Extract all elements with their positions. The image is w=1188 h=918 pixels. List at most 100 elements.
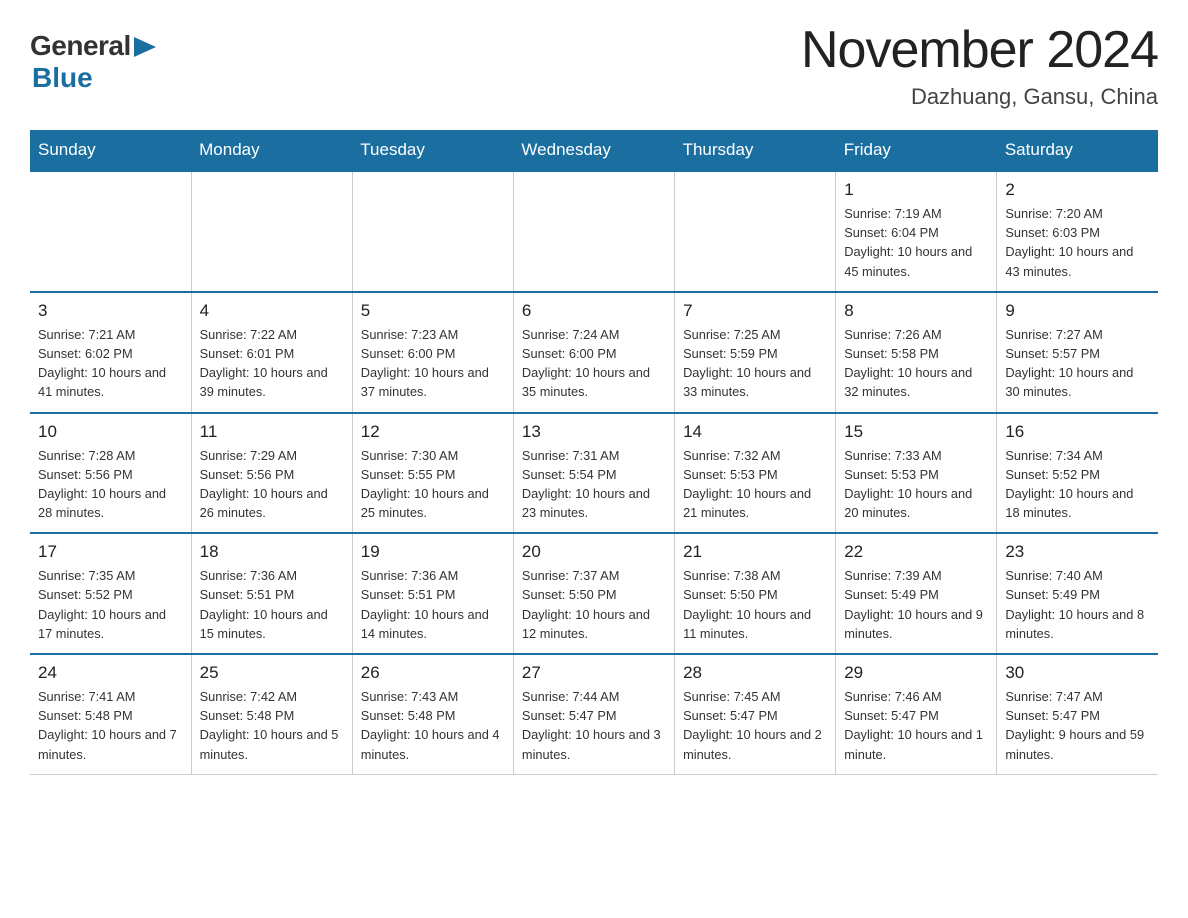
calendar-cell: 3 Sunrise: 7:21 AM Sunset: 6:02 PM Daylig… (30, 292, 191, 413)
calendar-cell (675, 171, 836, 292)
calendar-cell: 19Sunrise: 7:36 AM Sunset: 5:51 PM Dayli… (352, 533, 513, 654)
header-cell-monday: Monday (191, 130, 352, 171)
day-info: Sunrise: 7:43 AM Sunset: 5:48 PM Dayligh… (361, 687, 505, 764)
calendar-cell: 30 Sunrise: 7:47 AM Sunset: 5:47 PM Dayli… (997, 654, 1158, 774)
calendar-body: 1 Sunrise: 7:19 AM Sunset: 6:04 PM Daylig… (30, 171, 1158, 774)
calendar-week-row: 24Sunrise: 7:41 AM Sunset: 5:48 PM Dayli… (30, 654, 1158, 774)
day-info: Sunrise: 7:33 AM Sunset: 5:53 PM Dayligh… (844, 446, 988, 523)
day-info: Sunrise: 7:45 AM Sunset: 5:47 PM Dayligh… (683, 687, 827, 764)
day-info: Sunrise: 7:22 AM Sunset: 6:01 PM Dayligh… (200, 325, 344, 402)
calendar-table: SundayMondayTuesdayWednesdayThursdayFrid… (30, 130, 1158, 775)
calendar-header: SundayMondayTuesdayWednesdayThursdayFrid… (30, 130, 1158, 171)
calendar-cell: 29 Sunrise: 7:46 AM Sunset: 5:47 PM Dayli… (836, 654, 997, 774)
day-info: Sunrise: 7:40 AM Sunset: 5:49 PM Dayligh… (1005, 566, 1150, 643)
header-cell-sunday: Sunday (30, 130, 191, 171)
day-number: 12 (361, 422, 505, 442)
day-number: 9 (1005, 301, 1150, 321)
calendar-cell: 20 Sunrise: 7:37 AM Sunset: 5:50 PM Dayli… (513, 533, 674, 654)
day-number: 24 (38, 663, 183, 683)
day-info: Sunrise: 7:30 AM Sunset: 5:55 PM Dayligh… (361, 446, 505, 523)
day-info: Sunrise: 7:20 AM Sunset: 6:03 PM Dayligh… (1005, 204, 1150, 281)
day-info: Sunrise: 7:32 AM Sunset: 5:53 PM Dayligh… (683, 446, 827, 523)
calendar-cell: 12 Sunrise: 7:30 AM Sunset: 5:55 PM Dayli… (352, 413, 513, 534)
calendar-week-row: 3 Sunrise: 7:21 AM Sunset: 6:02 PM Daylig… (30, 292, 1158, 413)
calendar-cell: 26 Sunrise: 7:43 AM Sunset: 5:48 PM Dayli… (352, 654, 513, 774)
calendar-cell: 6 Sunrise: 7:24 AM Sunset: 6:00 PM Daylig… (513, 292, 674, 413)
calendar-cell (191, 171, 352, 292)
day-info: Sunrise: 7:26 AM Sunset: 5:58 PM Dayligh… (844, 325, 988, 402)
day-info: Sunrise: 7:28 AM Sunset: 5:56 PM Dayligh… (38, 446, 183, 523)
header-cell-wednesday: Wednesday (513, 130, 674, 171)
day-number: 14 (683, 422, 827, 442)
day-number: 8 (844, 301, 988, 321)
day-info: Sunrise: 7:38 AM Sunset: 5:50 PM Dayligh… (683, 566, 827, 643)
day-info: Sunrise: 7:27 AM Sunset: 5:57 PM Dayligh… (1005, 325, 1150, 402)
calendar-week-row: 1 Sunrise: 7:19 AM Sunset: 6:04 PM Daylig… (30, 171, 1158, 292)
calendar-cell: 13 Sunrise: 7:31 AM Sunset: 5:54 PM Dayli… (513, 413, 674, 534)
header-row: SundayMondayTuesdayWednesdayThursdayFrid… (30, 130, 1158, 171)
calendar-cell: 10 Sunrise: 7:28 AM Sunset: 5:56 PM Dayli… (30, 413, 191, 534)
calendar-cell: 5 Sunrise: 7:23 AM Sunset: 6:00 PM Daylig… (352, 292, 513, 413)
calendar-cell: 24Sunrise: 7:41 AM Sunset: 5:48 PM Dayli… (30, 654, 191, 774)
calendar-cell: 25Sunrise: 7:42 AM Sunset: 5:48 PM Dayli… (191, 654, 352, 774)
day-number: 27 (522, 663, 666, 683)
calendar-week-row: 10 Sunrise: 7:28 AM Sunset: 5:56 PM Dayli… (30, 413, 1158, 534)
day-info: Sunrise: 7:29 AM Sunset: 5:56 PM Dayligh… (200, 446, 344, 523)
day-info: Sunrise: 7:24 AM Sunset: 6:00 PM Dayligh… (522, 325, 666, 402)
day-number: 1 (844, 180, 988, 200)
day-number: 11 (200, 422, 344, 442)
day-number: 6 (522, 301, 666, 321)
header-cell-tuesday: Tuesday (352, 130, 513, 171)
day-info: Sunrise: 7:46 AM Sunset: 5:47 PM Dayligh… (844, 687, 988, 764)
title-block: November 2024 Dazhuang, Gansu, China (801, 20, 1158, 110)
day-number: 29 (844, 663, 988, 683)
day-info: Sunrise: 7:44 AM Sunset: 5:47 PM Dayligh… (522, 687, 666, 764)
calendar-cell: 21 Sunrise: 7:38 AM Sunset: 5:50 PM Dayli… (675, 533, 836, 654)
day-number: 2 (1005, 180, 1150, 200)
day-number: 4 (200, 301, 344, 321)
calendar-cell: 7Sunrise: 7:25 AM Sunset: 5:59 PM Daylig… (675, 292, 836, 413)
location-subtitle: Dazhuang, Gansu, China (801, 84, 1158, 110)
header-cell-saturday: Saturday (997, 130, 1158, 171)
day-info: Sunrise: 7:19 AM Sunset: 6:04 PM Dayligh… (844, 204, 988, 281)
calendar-cell: 11 Sunrise: 7:29 AM Sunset: 5:56 PM Dayli… (191, 413, 352, 534)
logo-blue-text: Blue (32, 62, 156, 94)
day-number: 21 (683, 542, 827, 562)
calendar-cell: 4 Sunrise: 7:22 AM Sunset: 6:01 PM Daylig… (191, 292, 352, 413)
day-number: 23 (1005, 542, 1150, 562)
calendar-title: November 2024 (801, 20, 1158, 80)
calendar-week-row: 17Sunrise: 7:35 AM Sunset: 5:52 PM Dayli… (30, 533, 1158, 654)
day-info: Sunrise: 7:42 AM Sunset: 5:48 PM Dayligh… (200, 687, 344, 764)
day-number: 18 (200, 542, 344, 562)
day-number: 16 (1005, 422, 1150, 442)
day-number: 20 (522, 542, 666, 562)
calendar-cell: 2 Sunrise: 7:20 AM Sunset: 6:03 PM Daylig… (997, 171, 1158, 292)
calendar-cell: 27 Sunrise: 7:44 AM Sunset: 5:47 PM Dayli… (513, 654, 674, 774)
calendar-cell: 1 Sunrise: 7:19 AM Sunset: 6:04 PM Daylig… (836, 171, 997, 292)
day-number: 28 (683, 663, 827, 683)
day-number: 10 (38, 422, 183, 442)
day-number: 3 (38, 301, 183, 321)
day-info: Sunrise: 7:25 AM Sunset: 5:59 PM Dayligh… (683, 325, 827, 402)
logo-general-text: General (30, 30, 131, 62)
calendar-cell: 16Sunrise: 7:34 AM Sunset: 5:52 PM Dayli… (997, 413, 1158, 534)
day-number: 13 (522, 422, 666, 442)
calendar-cell: 18 Sunrise: 7:36 AM Sunset: 5:51 PM Dayli… (191, 533, 352, 654)
day-info: Sunrise: 7:36 AM Sunset: 5:51 PM Dayligh… (200, 566, 344, 643)
header-cell-friday: Friday (836, 130, 997, 171)
day-info: Sunrise: 7:21 AM Sunset: 6:02 PM Dayligh… (38, 325, 183, 402)
calendar-cell: 8 Sunrise: 7:26 AM Sunset: 5:58 PM Daylig… (836, 292, 997, 413)
calendar-cell (352, 171, 513, 292)
day-number: 30 (1005, 663, 1150, 683)
day-info: Sunrise: 7:47 AM Sunset: 5:47 PM Dayligh… (1005, 687, 1150, 764)
calendar-cell: 15Sunrise: 7:33 AM Sunset: 5:53 PM Dayli… (836, 413, 997, 534)
day-info: Sunrise: 7:37 AM Sunset: 5:50 PM Dayligh… (522, 566, 666, 643)
day-number: 26 (361, 663, 505, 683)
day-number: 5 (361, 301, 505, 321)
day-info: Sunrise: 7:39 AM Sunset: 5:49 PM Dayligh… (844, 566, 988, 643)
day-info: Sunrise: 7:31 AM Sunset: 5:54 PM Dayligh… (522, 446, 666, 523)
calendar-cell: 14 Sunrise: 7:32 AM Sunset: 5:53 PM Dayli… (675, 413, 836, 534)
calendar-cell (30, 171, 191, 292)
day-info: Sunrise: 7:23 AM Sunset: 6:00 PM Dayligh… (361, 325, 505, 402)
calendar-cell: 22Sunrise: 7:39 AM Sunset: 5:49 PM Dayli… (836, 533, 997, 654)
